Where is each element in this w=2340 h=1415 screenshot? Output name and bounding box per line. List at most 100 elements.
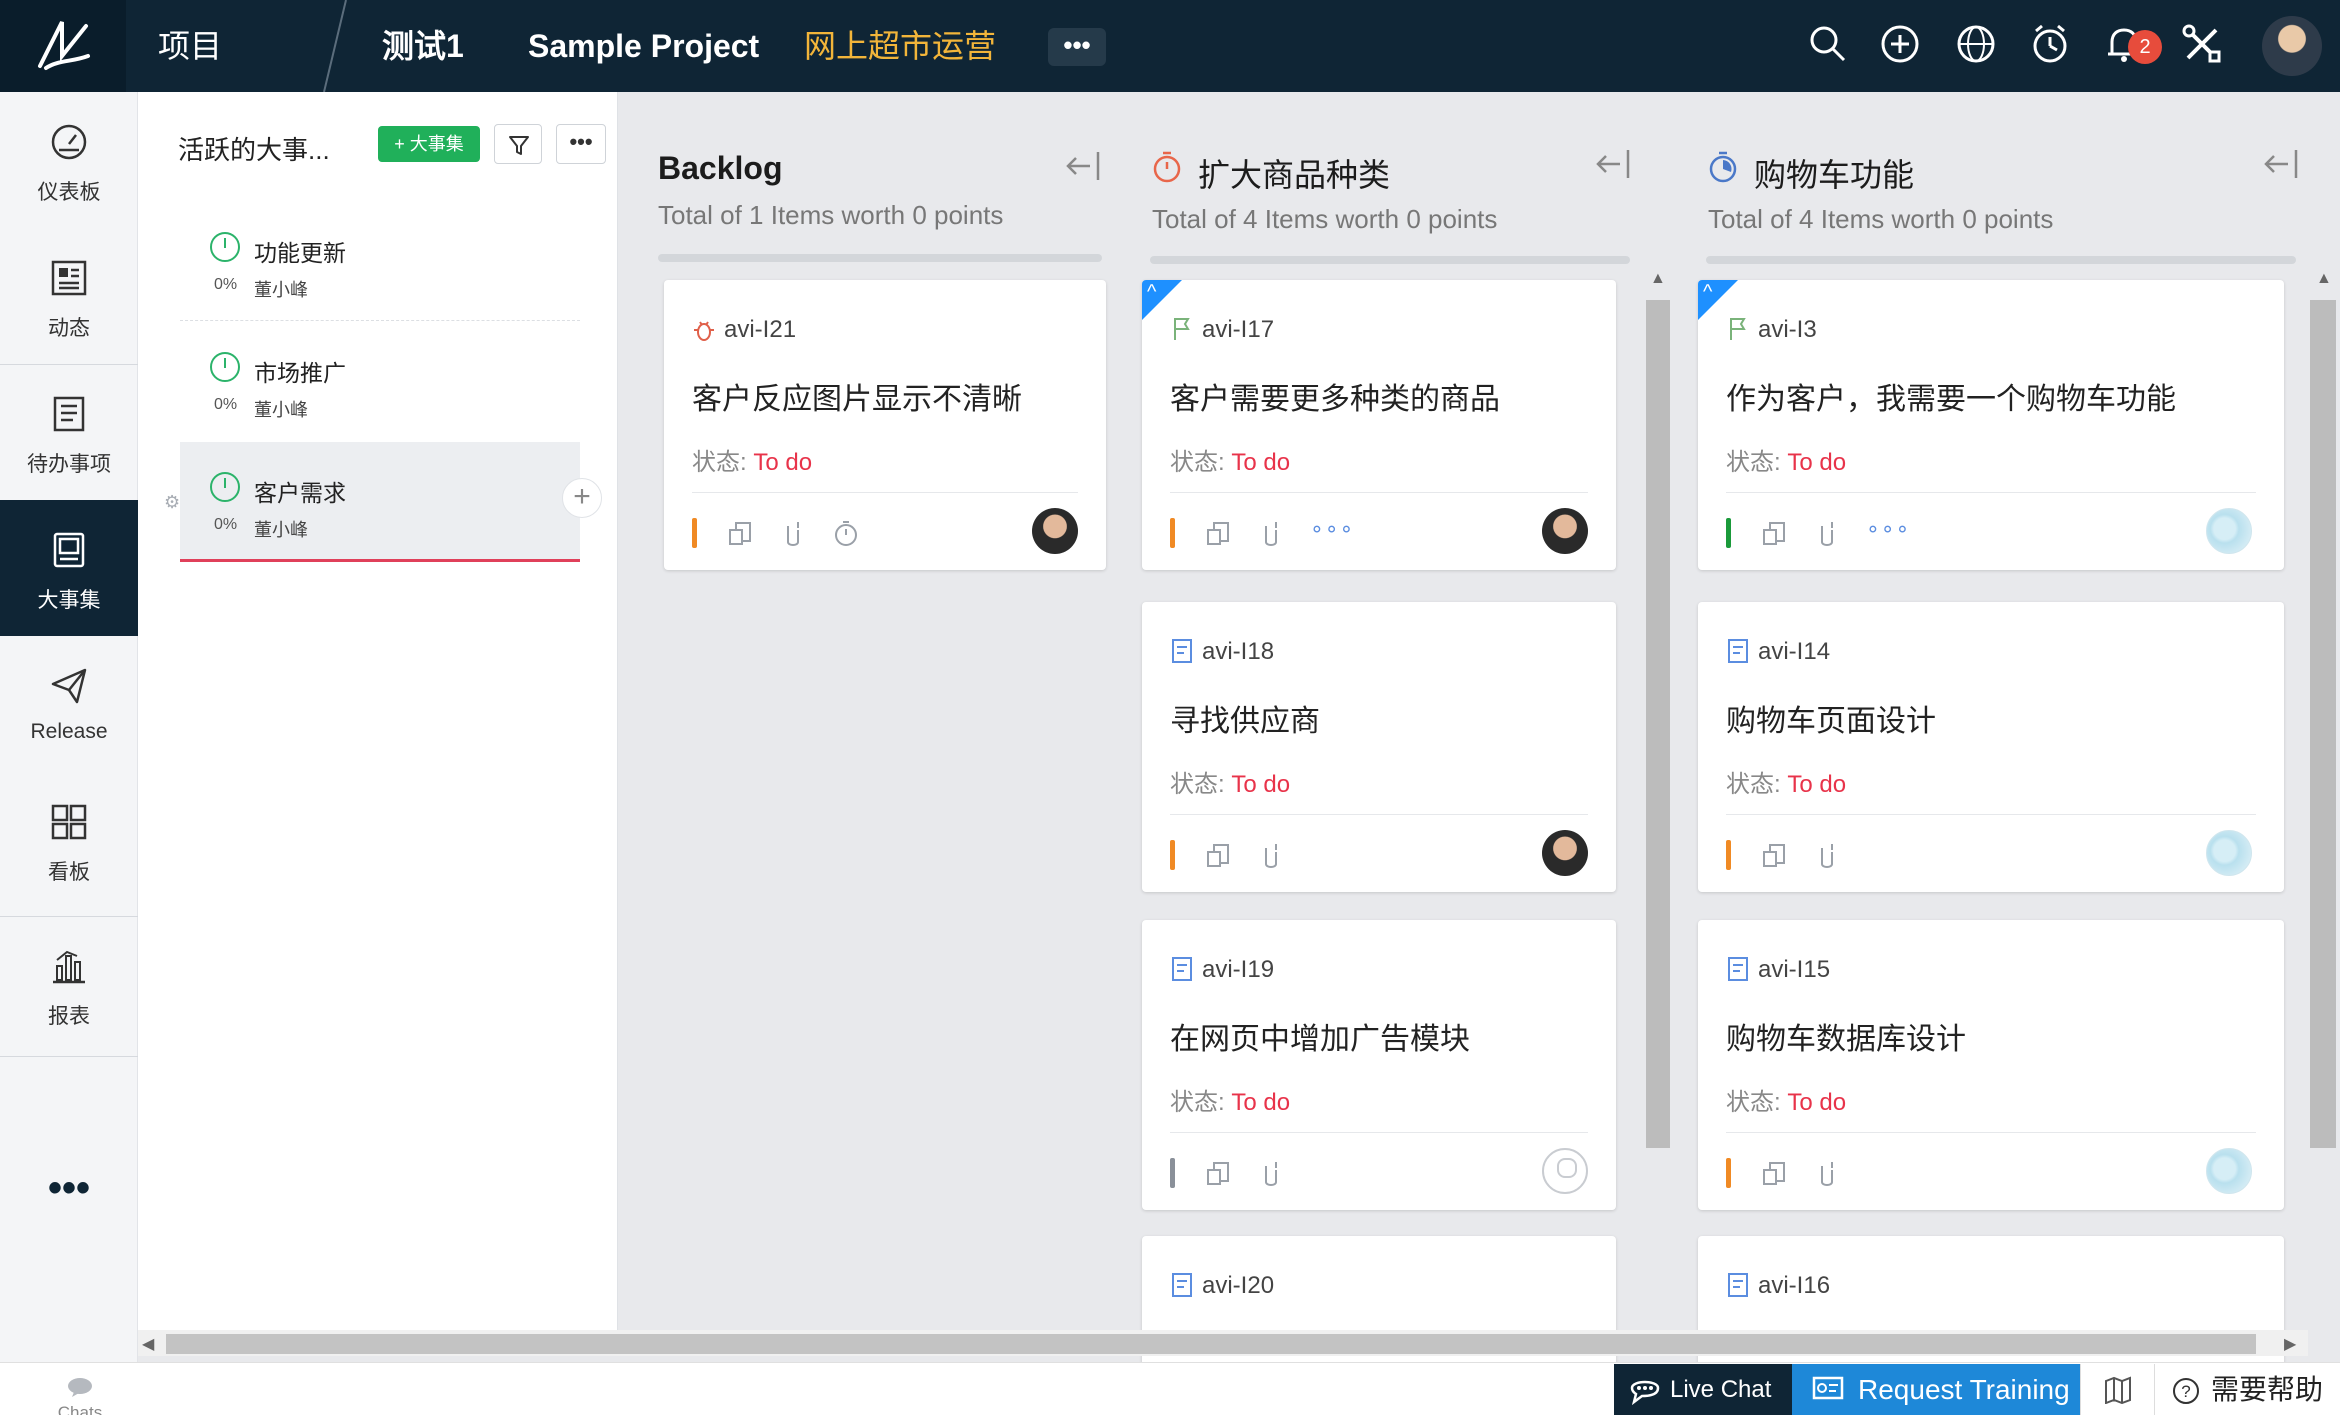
subtask-icon[interactable]: [1204, 1160, 1234, 1188]
status-value[interactable]: To do: [1787, 449, 1846, 476]
attachment-icon[interactable]: [1814, 842, 1840, 870]
status-value[interactable]: To do: [1231, 449, 1290, 476]
globe-icon[interactable]: [1954, 22, 1998, 66]
epic-item-selected[interactable]: 客户需求 0% 董小峰: [180, 442, 580, 562]
scroll-left-arrow[interactable]: ◀: [142, 1334, 154, 1354]
projects-menu[interactable]: 项目: [158, 0, 222, 92]
column-scrollbar[interactable]: [2310, 300, 2336, 1148]
nav-item-feed[interactable]: 动态: [0, 228, 138, 364]
breadcrumb-portal[interactable]: 测试1: [382, 0, 464, 92]
assignee-avatar[interactable]: [1542, 830, 1588, 876]
status-value[interactable]: To do: [1787, 771, 1846, 798]
subtask-icon[interactable]: [1204, 520, 1234, 548]
assignee-avatar[interactable]: [1542, 508, 1588, 554]
horizontal-scrollbar[interactable]: [166, 1334, 2256, 1354]
nav-item-epics[interactable]: 大事集: [0, 500, 138, 636]
status-value[interactable]: To do: [753, 449, 812, 476]
avatar[interactable]: [2262, 16, 2322, 76]
epic-item[interactable]: 功能更新 0% 董小峰: [180, 210, 580, 330]
collapse-icon[interactable]: [1594, 146, 1634, 182]
request-training-button[interactable]: Request Training: [1792, 1364, 2080, 1415]
breadcrumb-current[interactable]: 网上超市运营: [804, 0, 996, 92]
card[interactable]: avi-I15 购物车数据库设计 状态: To do: [1698, 920, 2284, 1210]
nav-item-release[interactable]: Release: [0, 636, 138, 772]
card-id[interactable]: avi-I14: [1758, 638, 1830, 666]
add-epic-button[interactable]: + 大事集: [378, 126, 480, 162]
card-id[interactable]: avi-I19: [1202, 956, 1274, 984]
nav-item-board[interactable]: 看板: [0, 772, 138, 908]
attachment-icon[interactable]: [780, 520, 806, 548]
attachment-icon[interactable]: [1814, 1160, 1840, 1188]
nav-item-dashboard[interactable]: 仪表板: [0, 92, 138, 228]
add-icon[interactable]: [1878, 22, 1922, 66]
card-id[interactable]: avi-I3: [1758, 316, 1817, 344]
nav-item-backlog[interactable]: 待办事项: [0, 364, 138, 500]
status-value[interactable]: To do: [1231, 1089, 1290, 1116]
filter-button[interactable]: [494, 124, 542, 164]
tools-icon[interactable]: [2180, 22, 2224, 66]
subtask-icon[interactable]: [1204, 842, 1234, 870]
nav-item-reports[interactable]: 报表: [0, 916, 138, 1052]
assignee-avatar[interactable]: [2206, 1148, 2252, 1194]
collapse-icon[interactable]: [2262, 146, 2302, 182]
more-dots-icon[interactable]: ∘∘∘: [1310, 516, 1354, 542]
card[interactable]: ^ avi-I17 客户需要更多种类的商品 状态: To do ∘∘∘: [1142, 280, 1616, 570]
timer-icon[interactable]: [832, 520, 860, 548]
card-id[interactable]: avi-I21: [724, 316, 796, 344]
card-title[interactable]: 客户需要更多种类的商品: [1170, 374, 1500, 418]
scroll-right-arrow[interactable]: ▶: [2284, 1334, 2296, 1354]
epic-panel-title[interactable]: 活跃的大事...: [178, 130, 330, 167]
card-title[interactable]: 购物车页面设计: [1726, 696, 1936, 740]
more-projects-button[interactable]: •••: [1048, 28, 1106, 66]
subtask-icon[interactable]: [1760, 520, 1790, 548]
card-id[interactable]: avi-I17: [1202, 316, 1274, 344]
gear-icon[interactable]: ⚙: [164, 492, 180, 513]
search-icon[interactable]: [1806, 22, 1850, 66]
subtask-icon[interactable]: [726, 520, 756, 548]
status-label: 状态:: [1170, 771, 1225, 798]
live-chat-button[interactable]: Live Chat: [1614, 1364, 1792, 1415]
scroll-up-arrow[interactable]: ▲: [1650, 270, 1666, 288]
chats-button[interactable]: Chats: [50, 1376, 110, 1415]
card-title[interactable]: 在网页中增加广告模块: [1170, 1014, 1470, 1058]
card-id[interactable]: avi-I20: [1202, 1272, 1274, 1300]
timer-icon[interactable]: [2028, 22, 2072, 66]
status-value[interactable]: To do: [1787, 1089, 1846, 1116]
epic-item[interactable]: 市场推广 0% 董小峰: [180, 330, 580, 450]
card-title[interactable]: 作为客户，我需要一个购物车功能: [1726, 374, 2176, 418]
card-title[interactable]: 购物车数据库设计: [1726, 1014, 1966, 1058]
nav-more-button[interactable]: •••: [0, 1168, 138, 1208]
unassigned-avatar[interactable]: [1542, 1148, 1588, 1194]
assignee-avatar[interactable]: [2206, 508, 2252, 554]
sitemap-button[interactable]: [2080, 1364, 2154, 1415]
subtask-icon[interactable]: [1760, 842, 1790, 870]
card[interactable]: avi-I19 在网页中增加广告模块 状态: To do: [1142, 920, 1616, 1210]
epic-more-button[interactable]: •••: [556, 124, 606, 164]
more-dots-icon[interactable]: ∘∘∘: [1866, 516, 1910, 542]
card-title[interactable]: 客户反应图片显示不清晰: [692, 374, 1022, 418]
assignee-avatar[interactable]: [1032, 508, 1078, 554]
app-logo[interactable]: [0, 0, 126, 92]
breadcrumb-project[interactable]: Sample Project: [528, 0, 759, 92]
card[interactable]: avi-I14 购物车页面设计 状态: To do: [1698, 602, 2284, 892]
card[interactable]: ^ avi-I3 作为客户，我需要一个购物车功能 状态: To do ∘∘∘: [1698, 280, 2284, 570]
collapse-icon[interactable]: [1064, 148, 1104, 184]
scroll-up-arrow[interactable]: ▲: [2316, 270, 2332, 288]
assignee-avatar[interactable]: [2206, 830, 2252, 876]
card[interactable]: avi-I21 客户反应图片显示不清晰 状态: To do: [664, 280, 1106, 570]
column-scrollbar[interactable]: [1646, 300, 1670, 1148]
card-id[interactable]: avi-I18: [1202, 638, 1274, 666]
attachment-icon[interactable]: [1258, 842, 1284, 870]
status-value[interactable]: To do: [1231, 771, 1290, 798]
card-id[interactable]: avi-I15: [1758, 956, 1830, 984]
attachment-icon[interactable]: [1258, 1160, 1284, 1188]
attachment-icon[interactable]: [1258, 520, 1284, 548]
nav-label: Release: [30, 720, 108, 743]
help-button[interactable]: ? 需要帮助: [2154, 1364, 2340, 1415]
subtask-icon[interactable]: [1760, 1160, 1790, 1188]
card-id[interactable]: avi-I16: [1758, 1272, 1830, 1300]
attachment-icon[interactable]: [1814, 520, 1840, 548]
card-title[interactable]: 寻找供应商: [1170, 696, 1320, 740]
card[interactable]: avi-I18 寻找供应商 状态: To do: [1142, 602, 1616, 892]
add-item-button[interactable]: +: [562, 478, 602, 518]
